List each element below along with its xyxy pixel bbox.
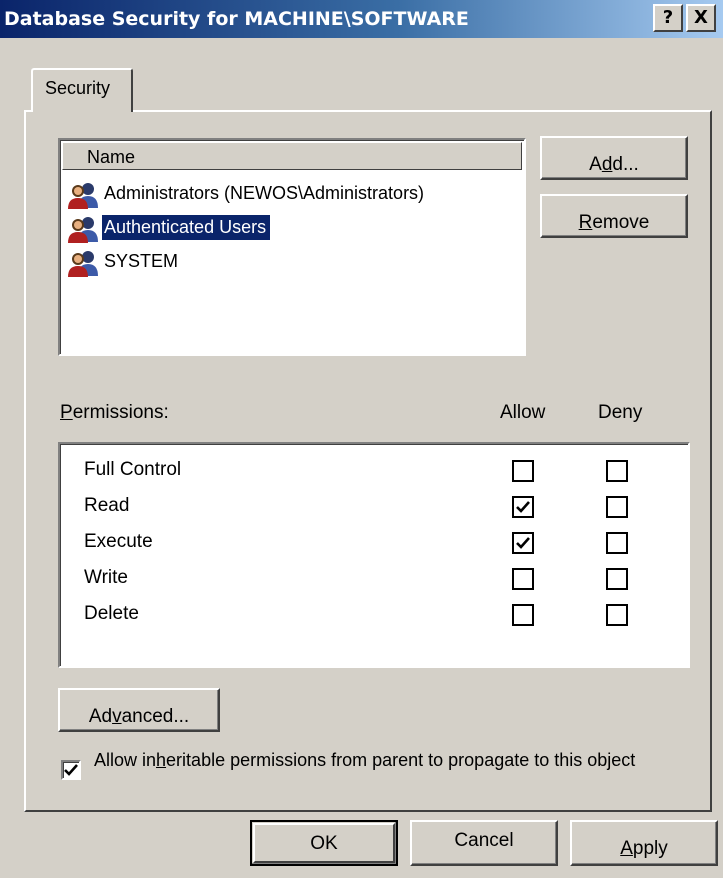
add-button[interactable]: Add... (540, 136, 688, 180)
add-label-pre: A (589, 154, 602, 175)
allow-checkbox[interactable] (512, 532, 534, 554)
permissions-label-accel: P (60, 402, 73, 423)
list-item[interactable]: Administrators (NEWOS\Administrators) (66, 178, 520, 212)
permission-row: Execute (60, 526, 680, 560)
tab-security-label: Security (45, 78, 111, 98)
allow-column-header: Allow (500, 402, 546, 423)
remove-label-post: emove (592, 212, 650, 233)
check-icon (64, 764, 78, 776)
list-item-label: SYSTEM (104, 251, 179, 271)
check-icon (516, 501, 530, 513)
check-icon (516, 537, 530, 549)
help-button[interactable]: ? (653, 4, 683, 32)
cancel-button[interactable]: Cancel (410, 820, 558, 866)
permission-name: Full Control (84, 459, 182, 480)
permission-name: Delete (84, 603, 139, 624)
permission-row: Full Control (60, 454, 680, 488)
deny-checkbox[interactable] (606, 460, 628, 482)
close-button[interactable]: X (686, 4, 716, 32)
name-column-header[interactable]: Name (62, 142, 522, 170)
group-icon (68, 217, 98, 243)
deny-checkbox[interactable] (606, 496, 628, 518)
inherit-label-pre: Allow in (94, 750, 157, 770)
apply-button[interactable]: Apply (570, 820, 718, 866)
deny-checkbox[interactable] (606, 604, 628, 626)
permission-name: Write (84, 567, 128, 588)
advanced-label-post: anced... (121, 706, 190, 727)
remove-label-accel: R (578, 212, 593, 233)
ok-button[interactable]: OK (250, 820, 398, 866)
permission-row: Delete (60, 598, 680, 632)
ok-label: OK (310, 833, 338, 854)
deny-checkbox[interactable] (606, 568, 628, 590)
group-icon (68, 183, 98, 209)
permission-row: Write (60, 562, 680, 596)
allow-checkbox[interactable] (512, 604, 534, 626)
permission-name: Execute (84, 531, 153, 552)
list-item[interactable]: Authenticated Users (66, 212, 520, 246)
add-label-accel: d (601, 154, 613, 175)
allow-checkbox[interactable] (512, 460, 534, 482)
list-item[interactable]: SYSTEM (66, 246, 520, 280)
inherit-label-post: eritable permissions from parent to prop… (166, 750, 636, 770)
list-item-label: Administrators (NEWOS\Administrators) (104, 183, 425, 203)
cancel-label: Cancel (454, 830, 514, 851)
advanced-label-pre: Ad (88, 706, 113, 727)
remove-button[interactable]: Remove (540, 194, 688, 238)
permissions-label-post: ermissions: (72, 402, 169, 423)
title-bar: Database Security for MACHINE\SOFTWARE ?… (0, 0, 723, 38)
apply-label-accel: A (620, 838, 633, 859)
add-label-post: d... (612, 154, 639, 175)
list-item-label: Authenticated Users (102, 215, 271, 240)
permission-row: Read (60, 490, 680, 524)
permission-name: Read (84, 495, 130, 516)
inherit-label-accel: h (156, 750, 167, 770)
name-column-label: Name (87, 147, 136, 167)
advanced-label-accel: v (112, 706, 122, 727)
permissions-label: Permissions: (60, 402, 169, 424)
allow-checkbox[interactable] (512, 496, 534, 518)
inherit-permissions-checkbox[interactable] (61, 760, 81, 780)
advanced-button[interactable]: Advanced... (58, 688, 220, 732)
tab-security[interactable]: Security (31, 68, 133, 112)
window-title: Database Security for MACHINE\SOFTWARE (4, 8, 469, 30)
permissions-list[interactable]: Full Control Read Execute Write Delete (58, 442, 690, 668)
inherit-permissions-label: Allow inheritable permissions from paren… (94, 748, 664, 773)
deny-checkbox[interactable] (606, 532, 628, 554)
allow-checkbox[interactable] (512, 568, 534, 590)
deny-column-header: Deny (598, 402, 643, 423)
group-icon (68, 251, 98, 277)
names-listview[interactable]: Name Administrators (NEWOS\Administrator… (58, 138, 526, 356)
apply-label-post: pply (632, 838, 668, 859)
